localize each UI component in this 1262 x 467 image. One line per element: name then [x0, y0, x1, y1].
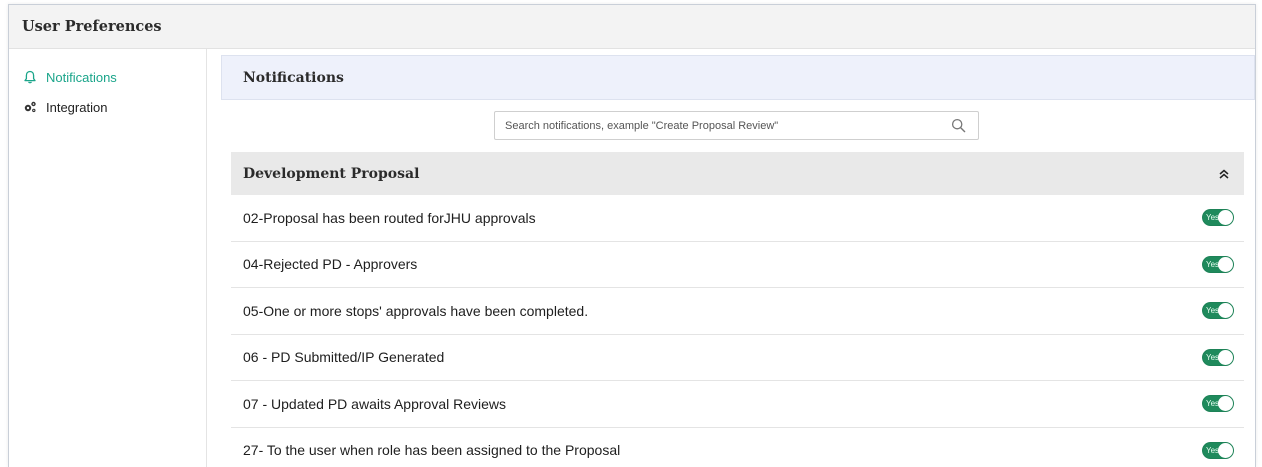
preferences-window: User Preferences Notifications Integrati… [8, 4, 1256, 467]
notification-toggle[interactable]: Yes [1202, 395, 1234, 413]
notification-toggle[interactable]: Yes [1202, 255, 1234, 273]
list-item: 04-Rejected PD - Approvers Yes [231, 242, 1244, 288]
section-header-development-proposal[interactable]: Development Proposal [231, 152, 1244, 195]
notification-label: 04-Rejected PD - Approvers [243, 256, 418, 273]
notification-toggle[interactable]: Yes [1202, 302, 1234, 320]
toggle-knob [1218, 210, 1233, 226]
gears-icon [23, 100, 41, 114]
sidebar-item-label: Integration [46, 99, 108, 115]
content-area: Notifications Integration Notifications … [9, 49, 1255, 467]
toggle-knob [1218, 256, 1233, 272]
panel-header: Notifications [221, 55, 1255, 100]
toggle-knob [1218, 442, 1233, 458]
notification-toggle[interactable]: Yes [1202, 348, 1234, 366]
list-item: 06 - PD Submitted/IP Generated Yes [231, 335, 1244, 381]
notification-label: 02-Proposal has been routed forJHU appro… [243, 209, 536, 226]
notifications-panel: Notifications Development Proposal [221, 55, 1255, 467]
notification-label: 05-One or more stops' approvals have bee… [243, 302, 589, 319]
list-item: 02-Proposal has been routed forJHU appro… [231, 195, 1244, 242]
notification-label: 07 - Updated PD awaits Approval Reviews [243, 395, 507, 412]
search-input[interactable] [495, 112, 935, 139]
sidebar-item-notifications[interactable]: Notifications [23, 62, 206, 92]
list-item: 05-One or more stops' approvals have bee… [231, 288, 1244, 335]
list-item: 07 - Updated PD awaits Approval Reviews … [231, 381, 1244, 428]
search-box [494, 111, 979, 140]
bell-icon [23, 70, 41, 84]
search-icon[interactable] [951, 118, 966, 138]
notification-label: 27- To the user when role has been assig… [243, 442, 621, 459]
notification-list: 02-Proposal has been routed forJHU appro… [231, 195, 1244, 467]
page-title: User Preferences [22, 18, 162, 35]
panel-title: Notifications [243, 69, 344, 86]
page-header: User Preferences [9, 5, 1255, 49]
toggle-knob [1218, 396, 1233, 412]
list-item: 27- To the user when role has been assig… [231, 428, 1244, 467]
notification-label: 06 - PD Submitted/IP Generated [243, 349, 445, 366]
toggle-knob [1218, 349, 1233, 365]
sidebar-item-integration[interactable]: Integration [23, 92, 206, 122]
sidebar: Notifications Integration [9, 49, 207, 467]
notification-toggle[interactable]: Yes [1202, 209, 1234, 227]
notification-toggle[interactable]: Yes [1202, 441, 1234, 459]
double-chevron-up-icon[interactable] [1218, 168, 1230, 180]
toggle-knob [1218, 303, 1233, 319]
sidebar-item-label: Notifications [46, 69, 117, 85]
section-title: Development Proposal [243, 165, 420, 182]
